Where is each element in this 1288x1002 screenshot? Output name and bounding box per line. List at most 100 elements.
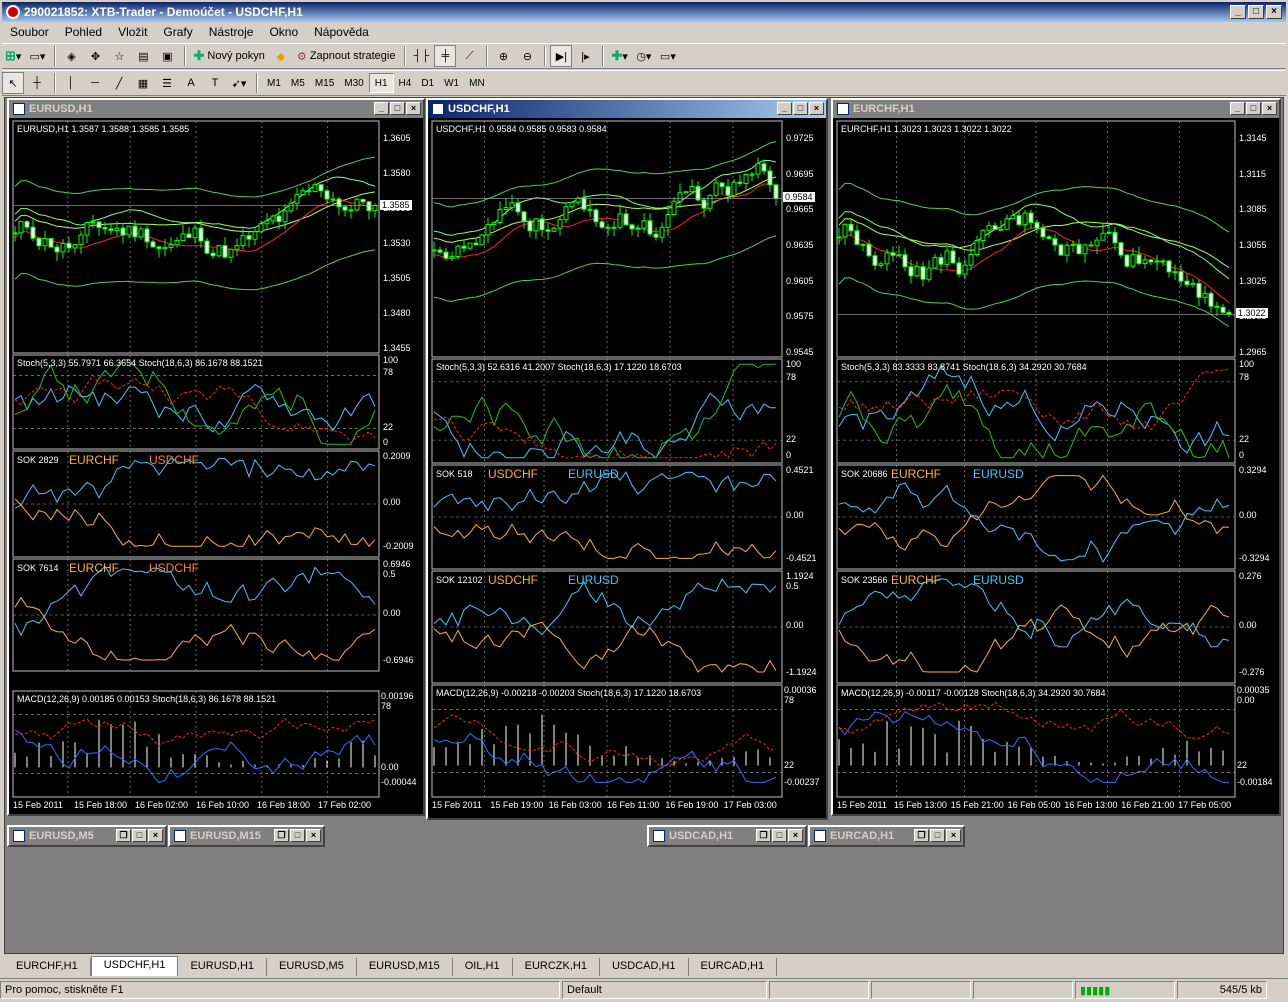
maximize-button[interactable]: □ xyxy=(1248,5,1264,19)
tab-eurchf-h1[interactable]: EURCHF,H1 xyxy=(4,958,91,976)
tf-m1[interactable]: M1 xyxy=(262,73,286,93)
minimize-button[interactable]: _ xyxy=(1230,5,1246,19)
navigator-icon[interactable]: ✥ xyxy=(84,45,106,67)
market-watch-icon[interactable]: ◈ xyxy=(60,45,82,67)
chart-window-titlebar[interactable]: EURCHF,H1 _ □ × xyxy=(833,100,1279,118)
text-icon[interactable]: A xyxy=(180,72,202,94)
chart-window-2[interactable]: EURCHF,H1 _ □ × EURCHF,H1 1.3023 1.3023 1.30… xyxy=(831,98,1281,816)
menu-okno[interactable]: Okno xyxy=(261,25,306,39)
tab-eurczk-h1[interactable]: EURCZK,H1 xyxy=(513,958,600,976)
horizontal-line-icon[interactable]: ─ xyxy=(84,72,106,94)
fibonacci-icon[interactable]: ☰ xyxy=(156,72,178,94)
close-button[interactable]: × xyxy=(788,829,803,842)
minimized-window-eurcad-h1[interactable]: EURCAD,H1 ❐ □ × xyxy=(808,825,965,847)
restore-button[interactable]: ❐ xyxy=(914,829,929,842)
profiles-icon[interactable]: ▭▾ xyxy=(26,45,48,67)
templates-icon[interactable]: ▭▾ xyxy=(657,45,679,67)
tf-mn[interactable]: MN xyxy=(464,73,490,93)
terminal-icon[interactable]: ▤ xyxy=(132,45,154,67)
close-button[interactable]: × xyxy=(406,102,421,115)
macd-label: MACD(12,26,9) -0.00117 -0.00128 Stoch(18… xyxy=(841,688,1106,698)
label-icon[interactable]: T xyxy=(204,72,226,94)
minimize-button[interactable]: _ xyxy=(777,102,792,115)
maximize-button[interactable]: □ xyxy=(772,829,787,842)
maximize-button[interactable]: □ xyxy=(390,102,405,115)
tab-oil-h1[interactable]: OIL,H1 xyxy=(453,958,513,976)
cursor-icon[interactable]: ↖ xyxy=(2,72,24,94)
chart-canvas[interactable]: USDCHF,H1 0.9584 0.9585 0.9583 0.9584 0.9… xyxy=(428,118,826,818)
tf-h4[interactable]: H4 xyxy=(394,73,417,93)
maximize-button[interactable]: □ xyxy=(930,829,945,842)
vertical-line-icon[interactable]: │ xyxy=(60,72,82,94)
maximize-button[interactable]: □ xyxy=(290,829,305,842)
close-button[interactable]: × xyxy=(809,102,824,115)
restore-button[interactable]: ❐ xyxy=(274,829,289,842)
candle-body xyxy=(162,246,168,250)
menu-grafy[interactable]: Grafy xyxy=(155,25,200,39)
tf-m30[interactable]: M30 xyxy=(339,73,368,93)
candle-body xyxy=(264,220,270,225)
tf-d1[interactable]: D1 xyxy=(416,73,439,93)
candle-body xyxy=(108,228,114,231)
tab-eurusd-h1[interactable]: EURUSD,H1 xyxy=(178,958,268,976)
restore-button[interactable]: ❐ xyxy=(756,829,771,842)
maximize-button[interactable]: □ xyxy=(132,829,147,842)
zoom-in-icon[interactable]: ⊕ xyxy=(492,45,514,67)
menu-pohled[interactable]: Pohled xyxy=(57,25,110,39)
tab-usdchf-h1[interactable]: USDCHF,H1 xyxy=(90,956,179,976)
line-chart-icon[interactable]: ⟋ xyxy=(458,45,480,67)
candle-body xyxy=(719,182,725,188)
tab-eurusd-m15[interactable]: EURUSD,M15 xyxy=(357,958,453,976)
arrows-icon[interactable]: ➹▾ xyxy=(228,72,250,94)
trendline-icon[interactable]: ╱ xyxy=(108,72,130,94)
chart-window-titlebar[interactable]: USDCHF,H1 _ □ × xyxy=(428,100,826,118)
minimized-window-eurusd-m5[interactable]: EURUSD,M5 ❐ □ × xyxy=(7,825,167,847)
tester-icon[interactable]: ▣ xyxy=(156,45,178,67)
sok-tick: 0.2009 xyxy=(383,451,411,461)
metaeditor-icon[interactable]: ◆ xyxy=(270,45,292,67)
tf-m15[interactable]: M15 xyxy=(310,73,339,93)
close-button[interactable]: × xyxy=(148,829,163,842)
menu-napoveda[interactable]: Nápověda xyxy=(306,25,377,39)
zoom-out-icon[interactable]: ⊖ xyxy=(516,45,538,67)
maximize-button[interactable]: □ xyxy=(1246,102,1261,115)
chart-canvas[interactable]: EURUSD,H1 1.3587 1.3588 1.3585 1.3585 1.3… xyxy=(9,118,423,814)
chart-canvas[interactable]: EURCHF,H1 1.3023 1.3023 1.3022 1.3022 1.3… xyxy=(833,118,1279,814)
menu-nastroje[interactable]: Nástroje xyxy=(201,25,262,39)
tf-w1[interactable]: W1 xyxy=(439,73,464,93)
maximize-button[interactable]: □ xyxy=(793,102,808,115)
tab-eurcad-h1[interactable]: EURCAD,H1 xyxy=(689,958,778,976)
close-button[interactable]: × xyxy=(1266,5,1282,19)
menu-soubor[interactable]: Soubor xyxy=(2,25,57,39)
chart-shift-icon[interactable]: |▸ xyxy=(574,45,596,67)
close-button[interactable]: × xyxy=(306,829,321,842)
tab-usdcad-h1[interactable]: USDCAD,H1 xyxy=(600,958,689,976)
minimized-window-eurusd-m15[interactable]: EURUSD,M15 ❐ □ × xyxy=(168,825,325,847)
chart-window-1[interactable]: USDCHF,H1 _ □ × USDCHF,H1 0.9584 0.9585 0.95… xyxy=(426,98,828,820)
restore-button[interactable]: ❐ xyxy=(116,829,131,842)
chart-window-0[interactable]: EURUSD,H1 _ □ × EURUSD,H1 1.3587 1.3588 1.35… xyxy=(7,98,425,816)
strategy-button[interactable]: ⚙ Zapnout strategie xyxy=(294,45,399,67)
tf-h1[interactable]: H1 xyxy=(368,73,394,93)
indicators-icon[interactable]: ✚ ▾ xyxy=(608,45,630,67)
chart-window-titlebar[interactable]: EURUSD,H1 _ □ × xyxy=(9,100,423,118)
favorites-icon[interactable]: ☆ xyxy=(108,45,130,67)
candle-body xyxy=(1076,243,1082,255)
autoscroll-icon[interactable]: ▶| xyxy=(550,45,573,67)
minimize-button[interactable]: _ xyxy=(374,102,389,115)
crosshair-icon[interactable]: ┼ xyxy=(26,72,48,94)
tab-eurusd-m5[interactable]: EURUSD,M5 xyxy=(267,958,357,976)
bar-chart-icon[interactable]: ┤├ xyxy=(410,45,432,67)
menu-vlozit[interactable]: Vložit xyxy=(110,25,155,39)
tf-m5[interactable]: M5 xyxy=(286,73,310,93)
close-button[interactable]: × xyxy=(946,829,961,842)
new-chart-icon[interactable]: ⊞ ▾ xyxy=(2,45,24,67)
price-tick: 0.9635 xyxy=(786,240,814,250)
periods-icon[interactable]: ◷▾ xyxy=(633,45,655,67)
channel-icon[interactable]: ▦ xyxy=(132,72,154,94)
candle-chart-icon[interactable]: ╪ xyxy=(434,45,457,67)
close-button[interactable]: × xyxy=(1262,102,1277,115)
minimized-window-usdcad-h1[interactable]: USDCAD,H1 ❐ □ × xyxy=(647,825,807,847)
new-order-button[interactable]: ✚ Nový pokyn xyxy=(190,45,267,67)
minimize-button[interactable]: _ xyxy=(1230,102,1245,115)
